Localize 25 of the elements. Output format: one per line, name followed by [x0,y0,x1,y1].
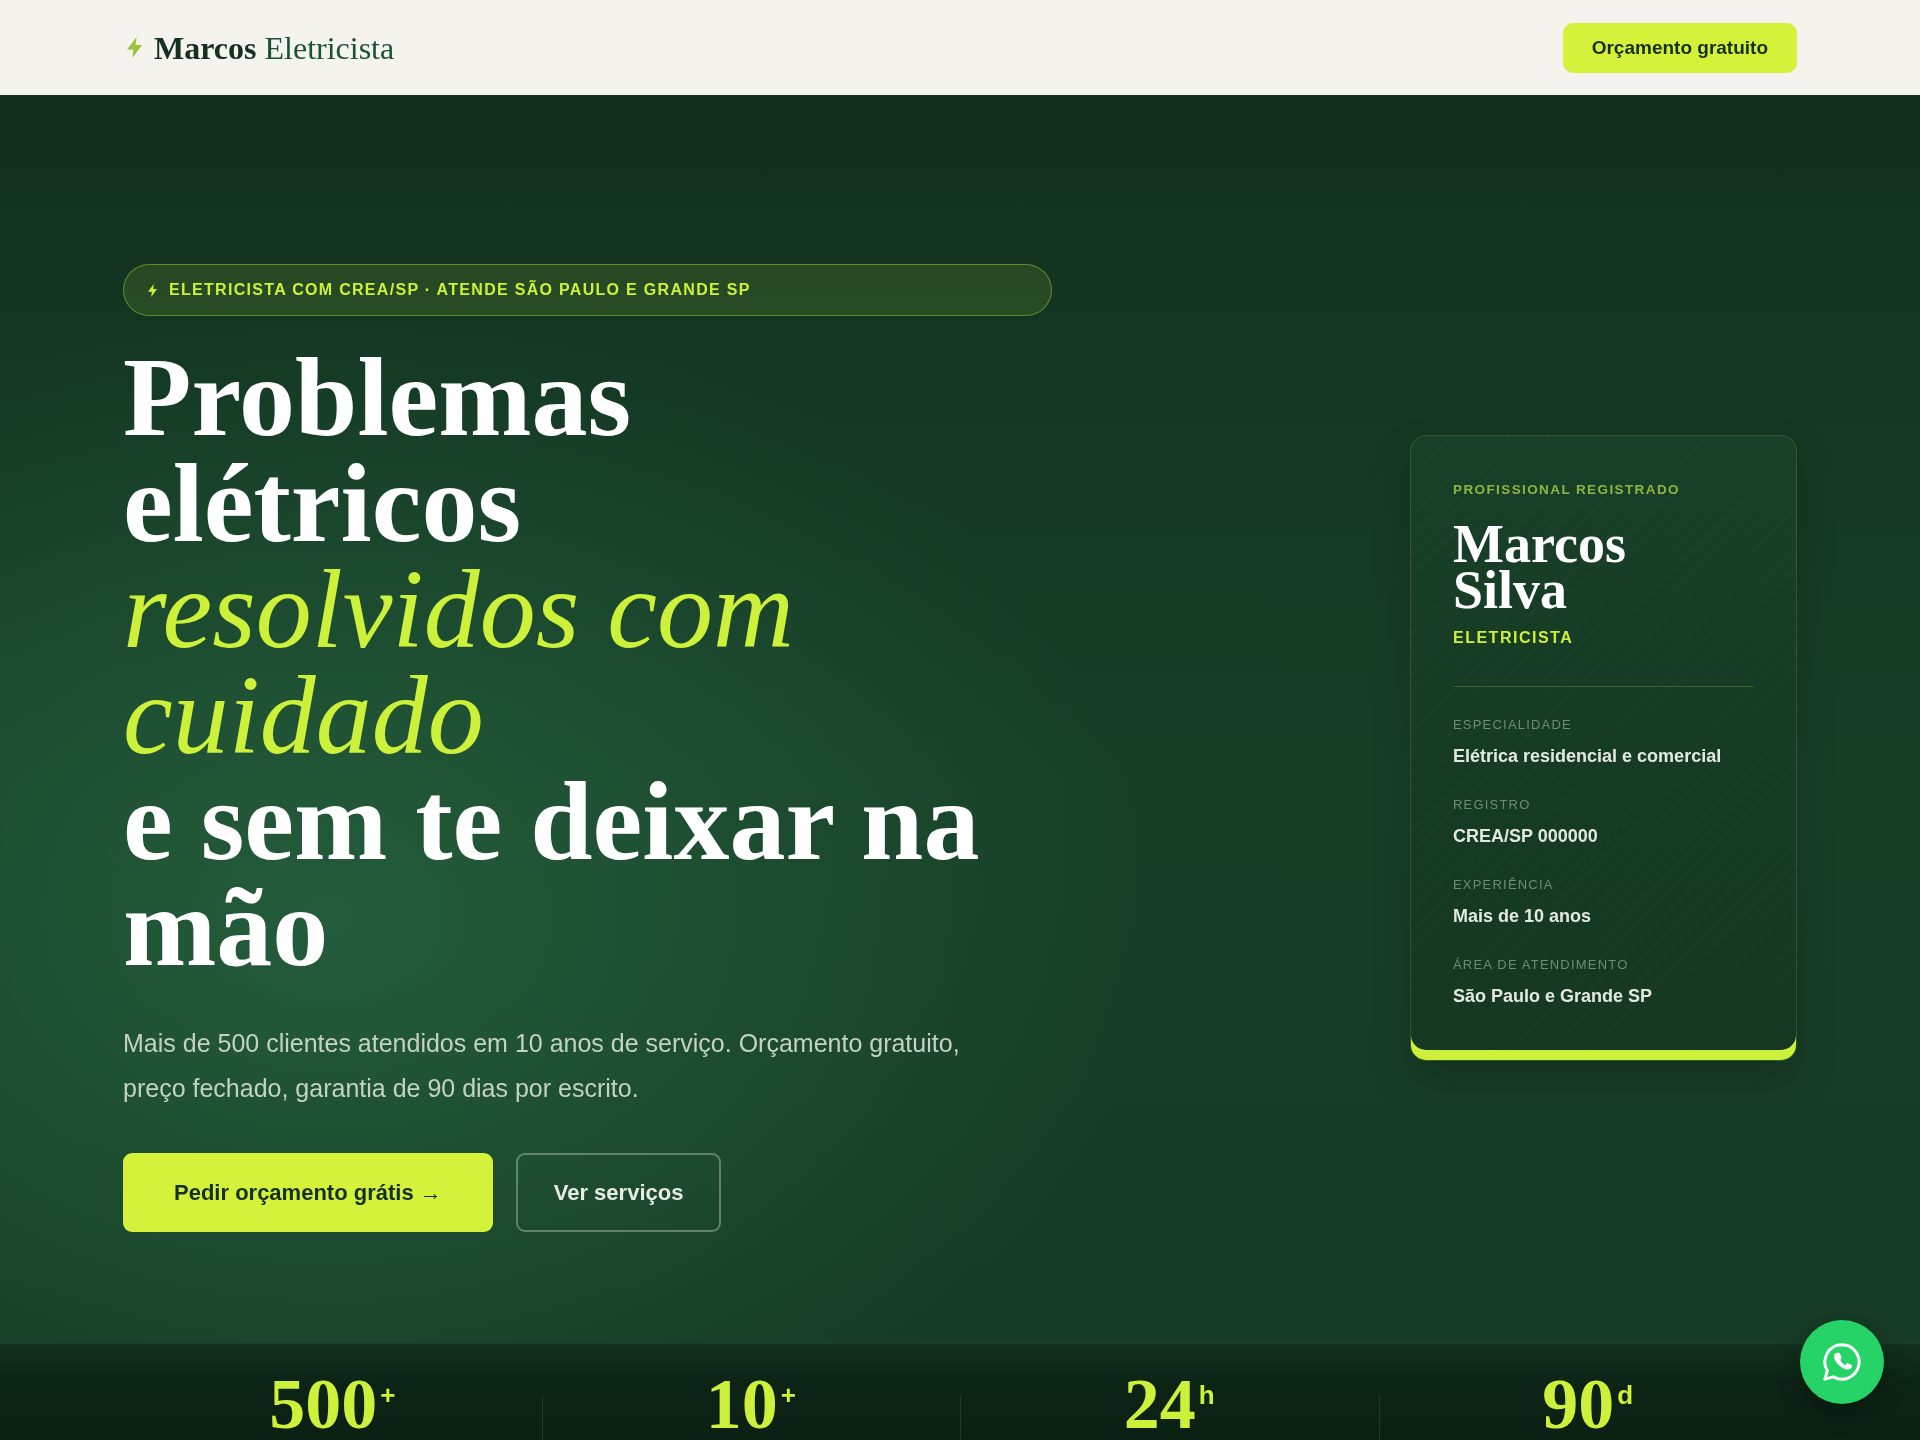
quote-button[interactable]: Orçamento gratuito [1562,22,1797,73]
card-eyebrow: PROFISSIONAL REGISTRADO [1453,481,1680,499]
primary-button[interactable]: Pedir orçamento grátis → [123,1153,493,1232]
logo-text: Marcos Eletricista [154,28,395,67]
detail-value: São Paulo e Grande SP [1453,985,1653,1007]
bolt-icon [127,37,142,58]
card-name: Marcos Silva [1453,521,1627,613]
detail-label: ESPECIALIDADE [1453,717,1572,733]
hero-heading: Problemas elétricos resolvidos com cuidado e sem te deixar na mão [123,344,981,980]
chat-bubble-icon [1821,1341,1863,1383]
stat-number: 90$^{d}$ [1542,1368,1634,1440]
outline-button[interactable]: Ver serviços [515,1153,722,1232]
detail-label: REGISTRO [1453,797,1531,813]
bolt-icon [148,283,157,297]
stat-number: 500$^{+}$ [269,1368,396,1440]
detail-value: CREA/SP 000000 [1453,825,1598,847]
detail-value: Mais de 10 anos [1453,905,1592,927]
detail-label: ÁREA DE ATENDIMENTO [1453,957,1629,973]
detail-label: EXPERIÊNCIA [1453,877,1554,893]
badge-text: ELETRICISTA COM CREA/SP · ATENDE SÃO PAULO E GRANDE SP [169,281,751,299]
stat-number: 24$^{h}$ [1123,1368,1215,1440]
hero-description: Mais de 500 clientes atendidos em 10 anos de serviço. Orçamento gratuito, preço fechado, garantia de 90 dias por escrito. [123,1028,961,1104]
stat-number: 10$^{+}$ [705,1368,796,1440]
detail-value: Elétrica residencial e comercial [1453,745,1722,767]
card-role: ELETRICISTA [1453,628,1574,648]
